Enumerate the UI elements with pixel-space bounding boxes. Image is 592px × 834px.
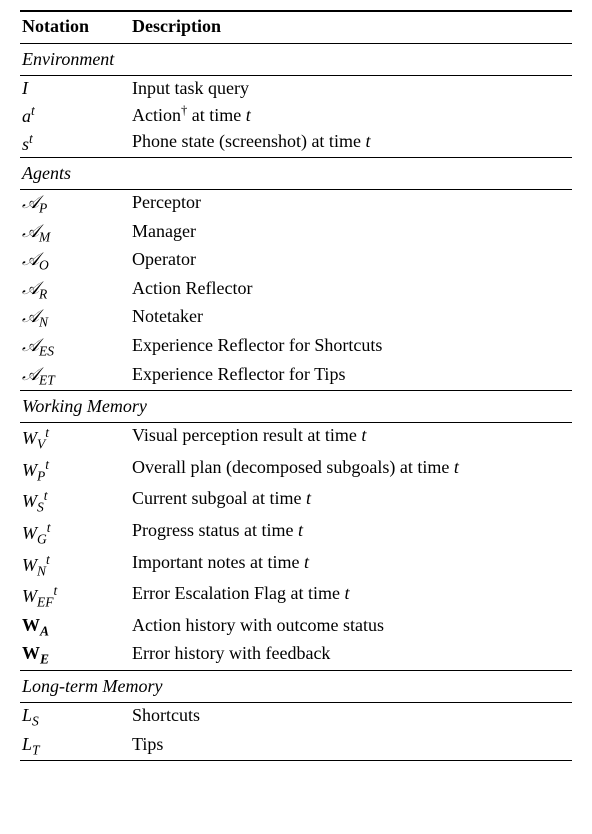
description-cell: Overall plan (decomposed subgoals) at ti… — [130, 455, 572, 487]
notation-cell: 𝒜ES — [20, 333, 130, 362]
description-cell: Current subgoal at time t — [130, 486, 572, 518]
table-row: WAAction history with outcome status — [20, 613, 572, 642]
section-label: Agents — [20, 158, 572, 190]
bottom-rule — [20, 761, 572, 762]
notation-cell: WVt — [20, 423, 130, 455]
table-row: WPtOverall plan (decomposed subgoals) at… — [20, 455, 572, 487]
section-row: Long-term Memory — [20, 670, 572, 702]
table-row: stPhone state (screenshot) at time t — [20, 129, 572, 158]
table-row: 𝒜RAction Reflector — [20, 276, 572, 305]
notation-cell: 𝒜O — [20, 247, 130, 276]
notation-cell: LT — [20, 732, 130, 761]
header-description: Description — [130, 11, 572, 44]
notation-cell: WNt — [20, 550, 130, 582]
notation-cell: WGt — [20, 518, 130, 550]
notation-table: Notation Description EnvironmentIInput t… — [20, 10, 572, 761]
header-row: Notation Description — [20, 11, 572, 44]
table-row: 𝒜MManager — [20, 219, 572, 248]
notation-cell: st — [20, 129, 130, 158]
description-cell: Important notes at time t — [130, 550, 572, 582]
table-row: 𝒜NNotetaker — [20, 304, 572, 333]
description-cell: Phone state (screenshot) at time t — [130, 129, 572, 158]
header-notation: Notation — [20, 11, 130, 44]
description-cell: Perceptor — [130, 190, 572, 219]
table-row: 𝒜ESExperience Reflector for Shortcuts — [20, 333, 572, 362]
description-cell: Operator — [130, 247, 572, 276]
notation-cell: 𝒜M — [20, 219, 130, 248]
notation-cell: 𝒜N — [20, 304, 130, 333]
description-cell: Shortcuts — [130, 702, 572, 731]
description-cell: Experience Reflector for Tips — [130, 362, 572, 391]
description-cell: Notetaker — [130, 304, 572, 333]
table-row: IInput task query — [20, 76, 572, 102]
section-row: Working Memory — [20, 391, 572, 423]
description-cell: Error Escalation Flag at time t — [130, 581, 572, 613]
description-cell: Action† at time t — [130, 101, 572, 129]
table-row: 𝒜PPerceptor — [20, 190, 572, 219]
table-row: 𝒜ETExperience Reflector for Tips — [20, 362, 572, 391]
section-label: Environment — [20, 44, 572, 76]
table-row: WGtProgress status at time t — [20, 518, 572, 550]
section-label: Long-term Memory — [20, 670, 572, 702]
notation-cell: 𝒜ET — [20, 362, 130, 391]
notation-cell: 𝒜R — [20, 276, 130, 305]
table-row: WStCurrent subgoal at time t — [20, 486, 572, 518]
notation-cell: I — [20, 76, 130, 102]
notation-cell: LS — [20, 702, 130, 731]
description-cell: Tips — [130, 732, 572, 761]
description-cell: Progress status at time t — [130, 518, 572, 550]
description-cell: Manager — [130, 219, 572, 248]
table-row: LSShortcuts — [20, 702, 572, 731]
description-cell: Input task query — [130, 76, 572, 102]
section-label: Working Memory — [20, 391, 572, 423]
table-row: atAction† at time t — [20, 101, 572, 129]
table-row: LTTips — [20, 732, 572, 761]
description-cell: Action history with outcome status — [130, 613, 572, 642]
table-row: WEError history with feedback — [20, 641, 572, 670]
section-row: Agents — [20, 158, 572, 190]
table-row: WEFtError Escalation Flag at time t — [20, 581, 572, 613]
table-row: WVtVisual perception result at time t — [20, 423, 572, 455]
description-cell: Visual perception result at time t — [130, 423, 572, 455]
description-cell: Error history with feedback — [130, 641, 572, 670]
table-row: 𝒜OOperator — [20, 247, 572, 276]
notation-cell: WEFt — [20, 581, 130, 613]
section-row: Environment — [20, 44, 572, 76]
notation-cell: WE — [20, 641, 130, 670]
description-cell: Action Reflector — [130, 276, 572, 305]
table-row: WNtImportant notes at time t — [20, 550, 572, 582]
notation-cell: WA — [20, 613, 130, 642]
notation-cell: at — [20, 101, 130, 129]
notation-cell: WPt — [20, 455, 130, 487]
notation-cell: WSt — [20, 486, 130, 518]
notation-cell: 𝒜P — [20, 190, 130, 219]
description-cell: Experience Reflector for Shortcuts — [130, 333, 572, 362]
